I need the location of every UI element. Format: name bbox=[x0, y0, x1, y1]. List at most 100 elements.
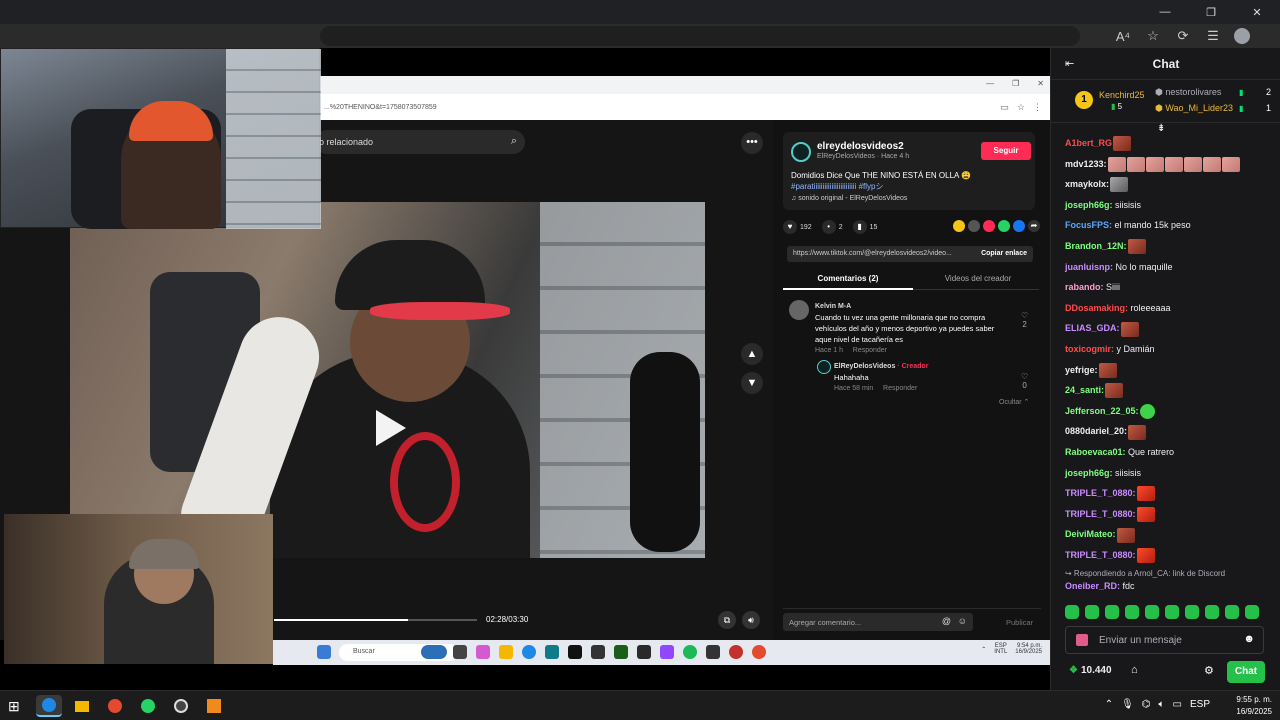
send-chat-button[interactable]: Chat bbox=[1227, 661, 1265, 683]
explorer-icon[interactable] bbox=[499, 645, 513, 659]
mention-icon[interactable]: @ bbox=[942, 616, 951, 626]
comments-stat[interactable]: • 2 bbox=[821, 220, 843, 234]
settings-icon[interactable]: ⚙ bbox=[1204, 664, 1214, 677]
chat-username[interactable]: Oneiber_RD: bbox=[1065, 581, 1120, 591]
chat-username[interactable]: ELIAS_GDA: bbox=[1065, 323, 1120, 333]
emote-icon[interactable] bbox=[1065, 605, 1079, 619]
app-icon-4[interactable] bbox=[706, 645, 720, 659]
volume-tray-icon[interactable]: 🔈︎ bbox=[1159, 699, 1165, 710]
creator-reply-avatar[interactable] bbox=[817, 360, 831, 374]
battery-icon[interactable]: ▭ bbox=[1173, 699, 1182, 710]
tab-creator-videos[interactable]: Videos del creador bbox=[913, 274, 1043, 283]
video-frame[interactable] bbox=[70, 202, 705, 558]
chrome-icon[interactable] bbox=[752, 645, 766, 659]
emote-icon[interactable] bbox=[1221, 156, 1240, 172]
emote-icon[interactable] bbox=[1107, 156, 1126, 172]
search-icon[interactable]: ⌕ bbox=[511, 135, 517, 148]
reply-reply-button[interactable]: Responder bbox=[883, 385, 917, 392]
tiktok-search-input[interactable]: o relacionado ⌕ bbox=[315, 130, 525, 154]
emote-icon[interactable] bbox=[1128, 424, 1147, 440]
whatsapp-icon[interactable] bbox=[998, 220, 1010, 232]
collections-icon[interactable]: ☰ bbox=[1204, 26, 1222, 46]
emote-icon[interactable] bbox=[1125, 605, 1139, 619]
weather-icon[interactable] bbox=[421, 645, 447, 659]
taskbar-explorer-icon[interactable] bbox=[69, 695, 95, 717]
emote-icon[interactable] bbox=[1110, 177, 1129, 193]
close-button[interactable]: ✕ bbox=[1234, 0, 1280, 24]
emote-icon[interactable] bbox=[1126, 156, 1145, 172]
terminal-icon[interactable] bbox=[568, 645, 582, 659]
menu-icon[interactable]: ⋮ bbox=[1033, 102, 1042, 113]
emote-icon[interactable] bbox=[1165, 605, 1179, 619]
outer-address-bar[interactable] bbox=[320, 26, 1080, 46]
creator-avatar[interactable] bbox=[791, 142, 811, 162]
emote-icon[interactable] bbox=[1127, 239, 1146, 255]
chat-username[interactable]: TRIPLE_T_0880: bbox=[1065, 488, 1136, 498]
edge-icon[interactable] bbox=[522, 645, 536, 659]
emote-icon[interactable] bbox=[1136, 506, 1155, 522]
emote-icon[interactable] bbox=[1145, 605, 1159, 619]
next-video-icon[interactable]: ▼ bbox=[741, 372, 763, 394]
obs-icon[interactable] bbox=[729, 645, 743, 659]
os-lang[interactable]: ESP bbox=[1190, 699, 1210, 710]
expand-leaderboard-icon[interactable]: ⇟ bbox=[1157, 123, 1165, 134]
gift-leaderboard[interactable]: 1 Kenchird25 ▮ 5 ⬢ nestorolivares ▮ 2 ⬢ … bbox=[1051, 81, 1280, 123]
embed-icon[interactable] bbox=[968, 220, 980, 232]
windows-start-icon[interactable]: ⊞ bbox=[8, 698, 20, 715]
chat-input[interactable]: Enviar un mensaje ☻ bbox=[1065, 626, 1264, 654]
os-clock[interactable]: 9:55 p. m. 16/9/2025 bbox=[1236, 694, 1272, 718]
cast-icon[interactable]: ▭ bbox=[1000, 102, 1009, 113]
add-comment-input[interactable]: Agregar comentario... @ ☺ bbox=[783, 613, 973, 631]
favorite-icon[interactable]: ☆ bbox=[1144, 26, 1162, 46]
emote-icon[interactable] bbox=[1185, 605, 1199, 619]
star-icon[interactable]: ☆ bbox=[1017, 102, 1025, 113]
leaderboard-first-user[interactable]: Kenchird25 bbox=[1099, 90, 1145, 100]
read-aloud-icon[interactable]: A⁴ bbox=[1114, 26, 1132, 46]
chat-username[interactable]: Brandon_12N: bbox=[1065, 241, 1127, 251]
task-view-icon[interactable] bbox=[453, 645, 467, 659]
stream-player[interactable]: — ❐ ✕ ...%20THENINO&t=1758073507859 ▭ ☆ … bbox=[0, 48, 1050, 690]
copilot-icon[interactable] bbox=[476, 645, 490, 659]
minimize-button[interactable]: — bbox=[1142, 0, 1188, 24]
chat-username[interactable]: xmaykolx: bbox=[1065, 179, 1109, 189]
hashtags[interactable]: #paratiiiiiiiiiiiiiiiiiiiiiiii #flypシ bbox=[791, 182, 883, 191]
sound-row[interactable]: ♫ sonido original - ElReyDelosVideos bbox=[791, 195, 907, 202]
taskbar-whatsapp-icon[interactable] bbox=[135, 695, 161, 717]
chat-username[interactable]: A1bert_RG bbox=[1065, 138, 1112, 148]
taskbar-vlc-icon[interactable] bbox=[201, 695, 227, 717]
start-icon[interactable] bbox=[317, 645, 331, 659]
chat-username[interactable]: DeiviMateo: bbox=[1065, 529, 1116, 539]
channel-points[interactable]: ❖ 10.440 bbox=[1069, 665, 1112, 676]
emoji-picker-icon[interactable]: ☻ bbox=[1243, 633, 1255, 645]
maximize-button[interactable]: ❐ bbox=[1188, 0, 1234, 24]
pip-icon[interactable]: ⧉ bbox=[718, 611, 736, 629]
follow-button[interactable]: Seguir bbox=[981, 142, 1031, 160]
chat-username[interactable]: 0880dariel_20: bbox=[1065, 426, 1127, 436]
taskbar-chrome-icon[interactable] bbox=[102, 695, 128, 717]
likes-stat[interactable]: ♥ 192 bbox=[783, 220, 812, 234]
emote-icon[interactable] bbox=[1145, 156, 1164, 172]
chat-username[interactable]: TRIPLE_T_0880: bbox=[1065, 550, 1136, 560]
chat-username[interactable]: 24_santi: bbox=[1065, 385, 1104, 395]
store-icon[interactable]: ⌂ bbox=[1131, 664, 1138, 676]
emote-icon[interactable] bbox=[1225, 605, 1239, 619]
emote-icon[interactable] bbox=[1098, 362, 1117, 378]
app-icon-1[interactable] bbox=[591, 645, 605, 659]
share-arrow-icon[interactable]: ➦ bbox=[1028, 220, 1040, 232]
chat-username[interactable]: toxicogmir: bbox=[1065, 344, 1114, 354]
inner-clock[interactable]: 9:54 p.m. 16/9/2025 bbox=[1015, 643, 1042, 655]
emote-icon[interactable] bbox=[1139, 403, 1155, 419]
comment-reply-button[interactable]: Responder bbox=[853, 347, 887, 354]
emote-icon[interactable] bbox=[1136, 486, 1155, 502]
emote-icon[interactable] bbox=[1245, 605, 1259, 619]
emote-icon[interactable] bbox=[1113, 136, 1132, 152]
inner-close-button[interactable]: ✕ bbox=[1037, 79, 1044, 88]
emote-icon[interactable] bbox=[1085, 605, 1099, 619]
saves-stat[interactable]: ▮ 15 bbox=[852, 220, 877, 234]
video-progress-bar[interactable] bbox=[274, 619, 477, 621]
chat-username[interactable]: juanluisnp: bbox=[1065, 262, 1113, 272]
chat-username[interactable]: joseph66g: bbox=[1065, 468, 1113, 478]
emote-icon[interactable] bbox=[1116, 527, 1135, 543]
tray-chevron-icon[interactable]: ⌃ bbox=[1105, 699, 1113, 710]
emote-icon[interactable] bbox=[1164, 156, 1183, 172]
